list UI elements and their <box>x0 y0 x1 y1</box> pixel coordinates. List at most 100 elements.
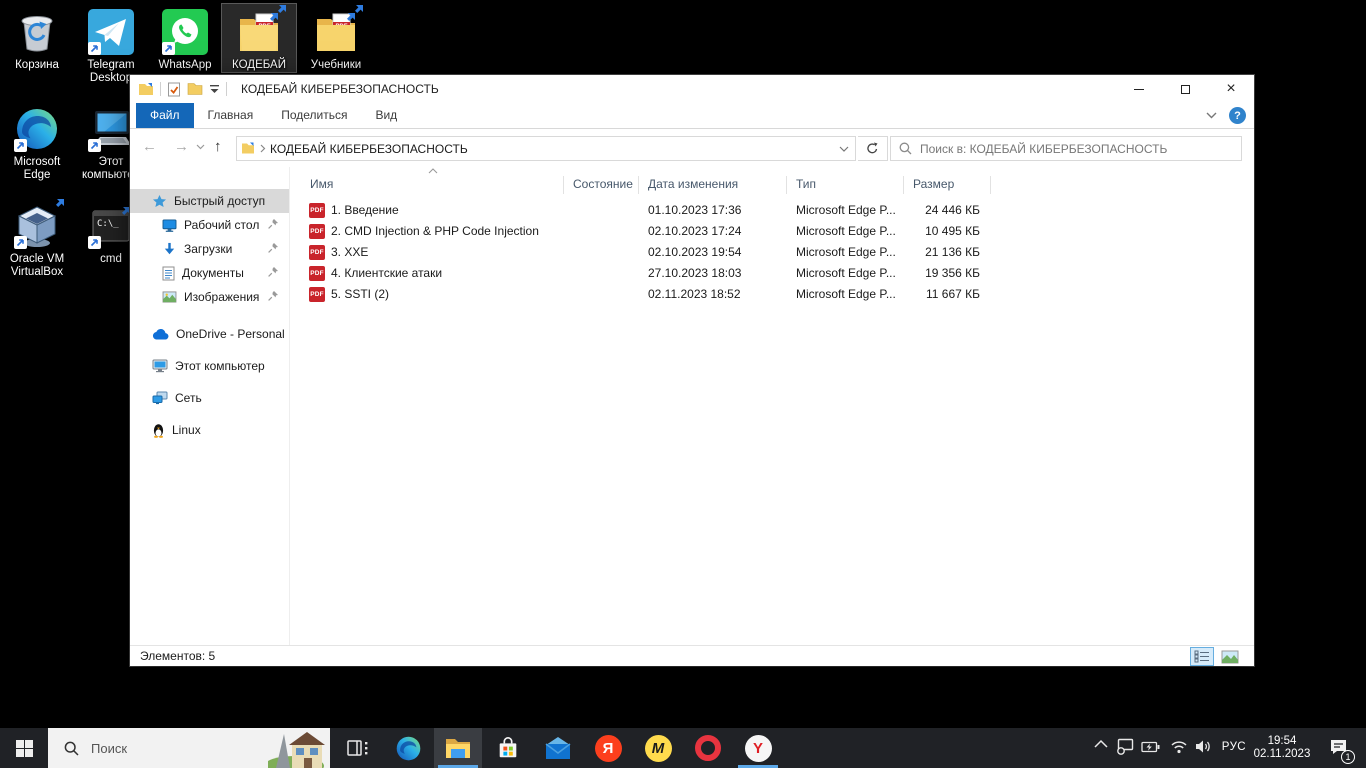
navigation-pane: Быстрый доступ Рабочий стол <box>130 167 290 645</box>
taskbar-mail-button[interactable] <box>534 728 582 768</box>
explorer-search-input[interactable] <box>920 142 1233 156</box>
items-count: Элементов: 5 <box>140 649 215 663</box>
taskbar-metro-button[interactable]: M <box>634 728 682 768</box>
sidebar-item-onedrive[interactable]: OneDrive - Personal <box>130 318 289 350</box>
sidebar-item-network[interactable]: Сеть <box>130 382 289 414</box>
back-button[interactable]: ← <box>142 137 157 157</box>
file-name[interactable]: 1. Введение <box>331 203 399 217</box>
taskbar-search-box[interactable] <box>48 728 330 768</box>
file-modified: 01.10.2023 17:36 <box>648 203 741 217</box>
file-list: Имя Состояние Дата изменения Тип Размер … <box>290 167 1254 645</box>
desktop-icon-whatsapp[interactable]: WhatsApp <box>148 6 222 72</box>
file-row[interactable]: PDF 2. CMD Injection & PHP Code Injectio… <box>290 221 1254 242</box>
sidebar-item-desktop[interactable]: Рабочий стол <box>130 213 289 237</box>
file-size: 11 667 КБ <box>868 287 980 301</box>
sidebar-item-downloads[interactable]: Загрузки <box>130 237 289 261</box>
pin-icon <box>267 218 279 230</box>
refresh-button[interactable] <box>858 136 888 161</box>
file-row[interactable]: PDF 3. XXE 02.10.2023 19:54 Microsoft Ed… <box>290 242 1254 263</box>
start-button[interactable] <box>0 728 48 768</box>
file-modified: 02.11.2023 18:52 <box>648 287 741 301</box>
details-view-button[interactable] <box>1190 647 1214 666</box>
sidebar-item-label: OneDrive - Personal <box>176 327 285 341</box>
taskbar-edge-button[interactable] <box>384 728 432 768</box>
explorer-search-box[interactable] <box>890 136 1242 161</box>
tab-share[interactable]: Поделиться <box>267 103 361 128</box>
column-header-status[interactable]: Состояние <box>573 177 633 191</box>
collapse-ribbon-button[interactable] <box>1206 112 1217 119</box>
sidebar-item-this-pc[interactable]: Этот компьютер <box>130 350 289 382</box>
column-header-name[interactable]: Имя <box>310 177 333 191</box>
notification-center-button[interactable]: 1 <box>1329 738 1348 760</box>
column-header-size[interactable]: Размер <box>913 177 954 191</box>
yandex-browser-icon: Y <box>745 735 772 762</box>
pin-icon <box>267 290 279 302</box>
qat-properties-button[interactable] <box>167 82 181 97</box>
volume-icon[interactable] <box>1195 739 1212 754</box>
close-button[interactable]: × <box>1208 75 1254 103</box>
column-header-modified[interactable]: Дата изменения <box>648 177 738 191</box>
taskbar-explorer-button[interactable] <box>434 728 482 768</box>
tray-expand-icon[interactable] <box>1094 739 1108 748</box>
file-row[interactable]: PDF 5. SSTI (2) 02.11.2023 18:52 Microso… <box>290 284 1254 305</box>
sidebar-item-label: Загрузки <box>184 242 232 256</box>
thumbnails-view-button[interactable] <box>1218 647 1242 666</box>
forward-button[interactable]: → <box>174 137 189 157</box>
desktop-icon-virtualbox[interactable]: Oracle VM VirtualBox <box>0 200 74 279</box>
tab-view[interactable]: Вид <box>361 103 411 128</box>
file-row[interactable]: PDF 4. Клиентские атаки 27.10.2023 18:03… <box>290 263 1254 284</box>
language-indicator[interactable]: РУС <box>1222 741 1246 753</box>
display-connect-icon[interactable] <box>1116 738 1134 755</box>
taskbar-opera-button[interactable] <box>684 728 732 768</box>
search-icon <box>64 741 79 756</box>
tab-home[interactable]: Главная <box>194 103 268 128</box>
ribbon-tabs: Файл Главная Поделиться Вид ? <box>130 103 1254 129</box>
file-name[interactable]: 5. SSTI (2) <box>331 287 389 301</box>
desktop-icon-label: Корзина <box>0 59 74 72</box>
computer-icon <box>87 105 135 153</box>
desktop-icon-edge[interactable]: Microsoft Edge <box>0 103 74 182</box>
document-icon <box>162 266 175 281</box>
help-button[interactable]: ? <box>1229 107 1246 124</box>
sidebar-item-quick-access[interactable]: Быстрый доступ <box>130 189 289 213</box>
sidebar-item-documents[interactable]: Документы <box>130 261 289 285</box>
pdf-file-icon: PDF <box>309 224 325 239</box>
download-arrow-icon <box>162 242 177 257</box>
qat-new-folder-button[interactable] <box>187 82 203 96</box>
column-header-type[interactable]: Тип <box>796 177 816 191</box>
desktop-icon-kodebay[interactable]: PDF КОДЕБАЙ <box>222 4 296 72</box>
status-bar: Элементов: 5 <box>130 645 1254 666</box>
taskbar-yandex-button[interactable]: Я <box>584 728 632 768</box>
up-button[interactable]: ↑ <box>214 137 222 157</box>
minimize-button[interactable] <box>1116 75 1162 103</box>
taskbar-search-input[interactable] <box>91 741 241 756</box>
breadcrumb-chevron-icon[interactable] <box>260 144 266 153</box>
breadcrumb[interactable]: КОДЕБАЙ КИБЕРБЕЗОПАСНОСТЬ <box>270 142 468 156</box>
desktop-icon-label: Oracle VM VirtualBox <box>0 253 74 279</box>
history-dropdown-icon[interactable] <box>196 144 205 150</box>
desktop-icon-recycle-bin[interactable]: Корзина <box>0 6 74 72</box>
sidebar-item-pictures[interactable]: Изображения <box>130 285 289 309</box>
title-bar[interactable]: КОДЕБАЙ КИБЕРБЕЗОПАСНОСТЬ × <box>130 75 1254 103</box>
desktop-icon-uchebniki[interactable]: PDF Учебники <box>299 6 373 72</box>
address-bar[interactable]: КОДЕБАЙ КИБЕРБЕЗОПАСНОСТЬ <box>236 136 856 161</box>
task-view-button[interactable] <box>334 728 382 768</box>
maximize-button[interactable] <box>1162 75 1208 103</box>
clock[interactable]: 19:54 02.11.2023 <box>1250 735 1314 761</box>
sidebar-item-label: Быстрый доступ <box>174 194 265 208</box>
qat-customize-button[interactable] <box>209 84 220 94</box>
file-name[interactable]: 4. Клиентские атаки <box>331 266 442 280</box>
address-dropdown-icon[interactable] <box>839 146 849 152</box>
file-name[interactable]: 2. CMD Injection & PHP Code Injection <box>331 224 539 238</box>
tab-file[interactable]: Файл <box>136 103 194 128</box>
sidebar-item-label: Linux <box>172 423 201 437</box>
desktop-icon-telegram[interactable]: Telegram Desktop <box>74 6 148 85</box>
taskbar-yandex-browser-button[interactable]: Y <box>734 728 782 768</box>
battery-icon[interactable] <box>1141 741 1160 753</box>
taskbar-store-button[interactable] <box>484 728 532 768</box>
file-row[interactable]: PDF 1. Введение 01.10.2023 17:36 Microso… <box>290 200 1254 221</box>
wifi-icon[interactable] <box>1170 740 1188 754</box>
divider <box>160 82 161 96</box>
file-name[interactable]: 3. XXE <box>331 245 368 259</box>
sidebar-item-linux[interactable]: Linux <box>130 414 289 446</box>
